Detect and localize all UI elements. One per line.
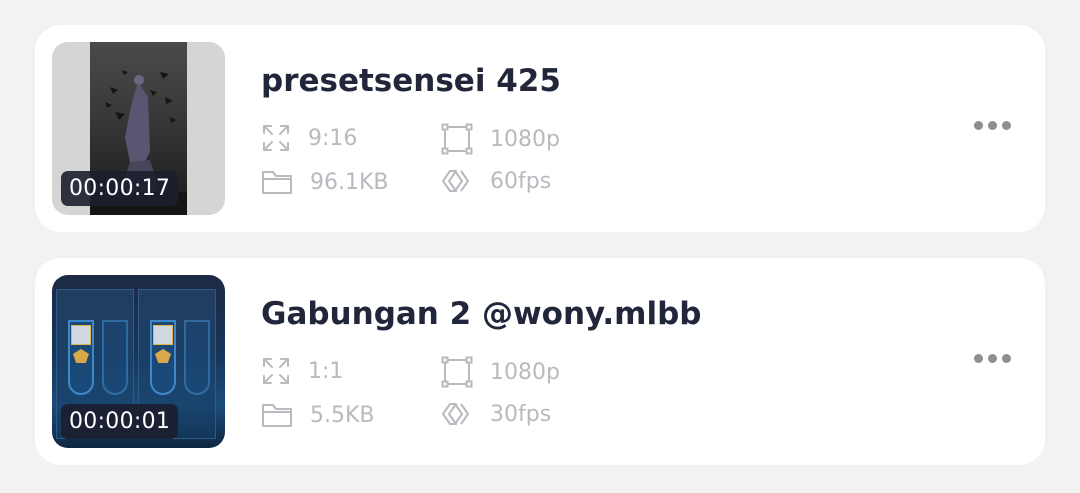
file-size-value: 96.1KB xyxy=(310,169,389,195)
resolution-info: 1080p xyxy=(441,123,560,155)
duration-badge: 00:00:17 xyxy=(61,171,179,206)
file-size-info: 96.1KB xyxy=(261,168,389,196)
video-thumbnail[interactable]: 00:00:17 xyxy=(52,42,225,215)
crop-square-icon xyxy=(441,356,473,388)
duration-badge: 00:00:01 xyxy=(61,404,179,439)
more-options-button[interactable] xyxy=(974,354,1011,363)
video-title[interactable]: Gabungan 2 @wony.mlbb xyxy=(261,296,701,332)
crop-square-icon xyxy=(441,123,473,155)
fps-info: 60fps xyxy=(441,168,551,194)
video-thumbnail[interactable]: 00:00:01 xyxy=(52,275,225,448)
aspect-ratio-value: 9:16 xyxy=(308,125,358,151)
more-horizontal-icon xyxy=(974,354,983,363)
fps-value: 30fps xyxy=(490,401,552,427)
expand-arrows-icon xyxy=(263,358,289,384)
expand-arrows-icon xyxy=(263,125,289,151)
more-horizontal-icon xyxy=(974,121,983,130)
chevrons-right-icon xyxy=(442,403,469,425)
aspect-ratio-value: 1:1 xyxy=(308,358,344,384)
aspect-ratio-info: 1:1 xyxy=(261,356,343,386)
folder-icon xyxy=(262,404,292,427)
fps-value: 60fps xyxy=(490,168,552,194)
resolution-info: 1080p xyxy=(441,356,560,388)
resolution-value: 1080p xyxy=(490,359,560,385)
video-card[interactable]: 00:00:01 Gabungan 2 @wony.mlbb 1:1 1080p… xyxy=(35,258,1045,465)
more-options-button[interactable] xyxy=(974,121,1011,130)
folder-icon xyxy=(262,171,292,194)
fps-info: 30fps xyxy=(441,401,551,427)
resolution-value: 1080p xyxy=(490,126,560,152)
file-size-value: 5.5KB xyxy=(310,402,375,428)
video-title[interactable]: presetsensei 425 xyxy=(261,63,561,99)
video-card[interactable]: 00:00:17 presetsensei 425 9:16 1080p 96.… xyxy=(35,25,1045,232)
aspect-ratio-info: 9:16 xyxy=(261,123,357,153)
chevrons-right-icon xyxy=(442,170,469,192)
file-size-info: 5.5KB xyxy=(261,401,375,429)
